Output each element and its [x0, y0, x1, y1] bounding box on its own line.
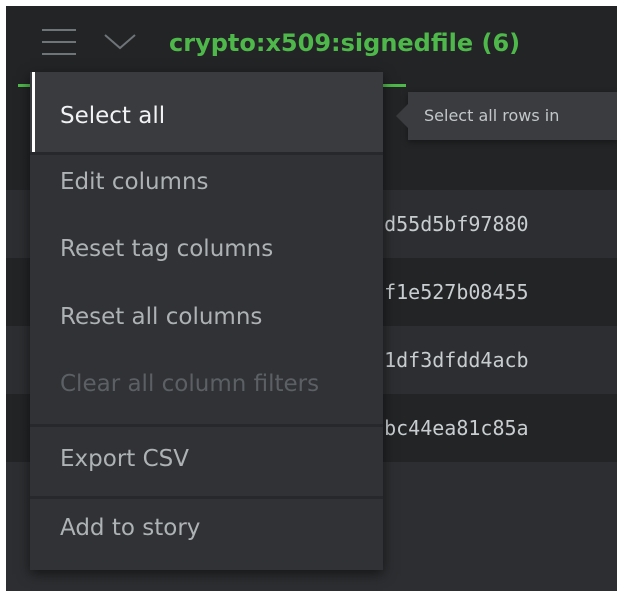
table-options-menu: Select all Edit columns Reset tag column… — [30, 72, 383, 570]
hamburger-line — [42, 41, 76, 43]
selected-indicator — [32, 72, 35, 152]
row-hash-value: 6:d55d5bf97880 — [360, 212, 529, 236]
select-all-tooltip: Select all rows in — [396, 92, 617, 140]
menu-item-label: Clear all column filters — [60, 371, 320, 397]
menu-item-label: Add to story — [60, 515, 201, 541]
menu-divider — [30, 424, 383, 427]
tooltip-text: Select all rows in — [424, 106, 560, 125]
menu-item-label: Edit columns — [60, 169, 209, 195]
menu-item-add-to-story[interactable]: Add to story — [30, 504, 383, 564]
row-hash-value: 6:f1e527b08455 — [360, 280, 529, 304]
app-window: crypto:x509:signedfile (6) 6:d55d5bf9788… — [6, 6, 617, 591]
menu-item-reset-all-columns[interactable]: Reset all columns — [30, 294, 383, 354]
hamburger-line — [42, 29, 76, 31]
menu-item-select-all[interactable]: Select all — [30, 72, 383, 152]
menu-item-edit-columns[interactable]: Edit columns — [30, 160, 383, 220]
menu-item-export-csv[interactable]: Export CSV — [30, 434, 383, 494]
menu-item-reset-tag-columns[interactable]: Reset tag columns — [30, 227, 383, 287]
menu-item-clear-column-filters: Clear all column filters — [30, 362, 383, 422]
menu-divider — [30, 152, 383, 155]
row-hash-value: 6:bc44ea81c85a — [360, 416, 529, 440]
hamburger-menu-icon[interactable] — [42, 27, 76, 57]
chevron-down-icon[interactable] — [103, 32, 137, 52]
hamburger-line — [42, 53, 76, 55]
menu-item-label: Reset tag columns — [60, 236, 274, 262]
row-hash-value: 6:1df3dfdd4acb — [360, 348, 529, 372]
menu-item-label: Reset all columns — [60, 304, 263, 330]
menu-item-label: Select all — [60, 103, 166, 129]
menu-item-label: Export CSV — [60, 446, 189, 472]
page-title: crypto:x509:signedfile (6) — [169, 29, 521, 57]
menu-divider — [30, 496, 383, 499]
